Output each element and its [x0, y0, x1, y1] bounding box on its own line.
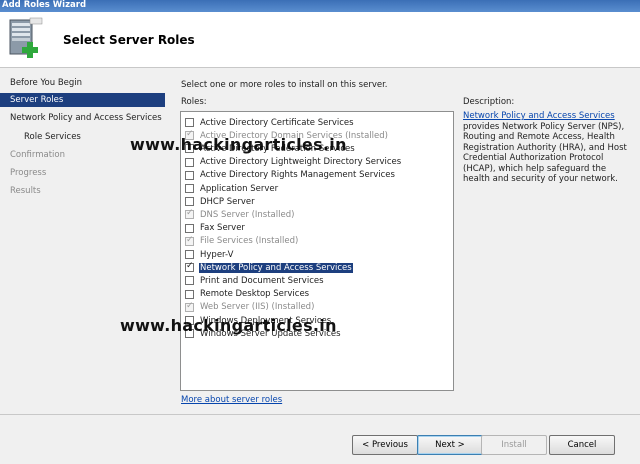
role-label: File Services (Installed)	[200, 236, 299, 247]
checkbox-checked[interactable]: ✓	[185, 261, 194, 273]
checkbox-checked: ✓	[185, 234, 194, 246]
nav-item-server-roles[interactable]: Server Roles	[0, 93, 165, 107]
role-item[interactable]: Hyper-V	[185, 248, 234, 261]
watermark-top: www.hackingarticles.in	[130, 135, 347, 154]
role-item[interactable]: Application Server	[185, 182, 279, 195]
role-item[interactable]: Print and Document Services	[185, 274, 325, 287]
window-title: Add Roles Wizard	[2, 0, 87, 10]
checkmark-icon: ✓	[186, 208, 194, 219]
role-label: Fax Server	[200, 223, 245, 234]
next-button[interactable]: Next >	[417, 435, 483, 455]
role-label: Hyper-V	[200, 249, 234, 260]
description-label: Description:	[463, 97, 515, 107]
role-item[interactable]: Fax Server	[185, 222, 246, 235]
role-item[interactable]: Remote Desktop Services	[185, 288, 310, 301]
checkbox-checked: ✓	[185, 300, 194, 312]
nav-item-network-policy[interactable]: Network Policy and Access Services	[0, 111, 165, 125]
role-label: Active Directory Certificate Services	[200, 117, 354, 128]
role-label: Active Directory Rights Management Servi…	[200, 170, 395, 181]
instruction-text: Select one or more roles to install on t…	[181, 80, 388, 90]
checkmark-icon: ✓	[186, 300, 194, 311]
role-label: Network Policy and Access Services	[199, 262, 353, 273]
server-add-icon	[9, 17, 43, 58]
role-item[interactable]: Active Directory Lightweight Directory S…	[185, 156, 402, 169]
roles-label: Roles:	[181, 97, 207, 107]
role-label: Application Server	[200, 183, 279, 194]
role-label: Web Server (IIS) (Installed)	[200, 302, 315, 313]
nav-item-before-you-begin[interactable]: Before You Begin	[0, 76, 165, 90]
role-label: Remote Desktop Services	[200, 289, 310, 300]
role-item[interactable]: Active Directory Certificate Services	[185, 116, 355, 129]
role-label: Print and Document Services	[200, 275, 324, 286]
checkbox[interactable]	[185, 197, 194, 207]
checkmark-icon: ✓	[186, 261, 194, 272]
nav-item-results: Results	[10, 186, 41, 196]
role-item[interactable]: Active Directory Rights Management Servi…	[185, 169, 396, 182]
description-text: Network Policy and Access Services provi…	[463, 111, 633, 185]
role-label: Active Directory Lightweight Directory S…	[200, 157, 402, 168]
role-label: DHCP Server	[200, 196, 255, 207]
checkbox[interactable]	[185, 157, 194, 167]
checkbox[interactable]	[185, 170, 194, 180]
checkbox[interactable]	[185, 276, 194, 286]
role-item[interactable]: DHCP Server	[185, 195, 256, 208]
window-titlebar: Add Roles Wizard	[0, 0, 640, 12]
checkbox[interactable]	[185, 223, 194, 233]
wizard-header: Select Server Roles	[0, 12, 640, 68]
role-item: ✓ Web Server (IIS) (Installed)	[185, 301, 315, 314]
role-item: ✓ DNS Server (Installed)	[185, 208, 295, 221]
checkbox[interactable]	[185, 250, 194, 259]
nav-item-progress: Progress	[10, 168, 47, 178]
previous-button[interactable]: < Previous	[352, 435, 418, 455]
checkbox[interactable]	[185, 118, 194, 127]
checkbox[interactable]	[185, 184, 194, 193]
role-item: ✓ File Services (Installed)	[185, 235, 299, 248]
checkbox[interactable]	[185, 289, 194, 299]
checkmark-icon: ✓	[186, 234, 194, 245]
main-panel: Select one or more roles to install on t…	[170, 69, 640, 414]
page-title: Select Server Roles	[63, 33, 195, 47]
more-about-roles-link[interactable]: More about server roles	[181, 395, 282, 405]
cancel-button[interactable]: Cancel	[549, 435, 615, 455]
watermark-bottom: www.hackingarticles.in	[120, 316, 337, 335]
wizard-nav: Before You Begin Server Roles Network Po…	[0, 69, 170, 414]
checkbox-checked: ✓	[185, 208, 194, 220]
button-bar: < Previous Next > Install Cancel	[0, 414, 640, 464]
role-item[interactable]: ✓ Network Policy and Access Services	[185, 261, 353, 274]
role-label: DNS Server (Installed)	[200, 209, 295, 220]
description-link[interactable]: Network Policy and Access Services	[463, 111, 615, 121]
install-button: Install	[481, 435, 547, 455]
description-body: provides Network Policy Server (NPS), Ro…	[463, 121, 627, 185]
